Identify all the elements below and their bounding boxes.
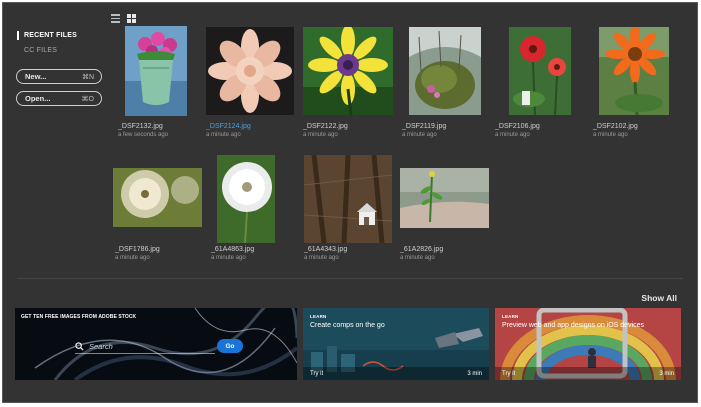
try-it-link[interactable]: Try it: [310, 371, 323, 377]
adobe-stock-card[interactable]: GET TEN FREE IMAGES FROM ADOBE STOCK Sea…: [15, 308, 297, 380]
file-thumbnail[interactable]: [125, 26, 187, 116]
nav-recent-files[interactable]: RECENT FILES: [17, 31, 77, 40]
learn-tag: LEARN: [502, 314, 519, 319]
open-shortcut: ⌘O: [81, 95, 94, 103]
file-thumbnail[interactable]: [113, 168, 202, 227]
file-name[interactable]: _DSF2124.jpg: [206, 123, 251, 130]
file-time: a minute ago: [303, 132, 338, 138]
new-shortcut: ⌘N: [81, 73, 94, 81]
show-all-link[interactable]: Show All: [641, 293, 677, 303]
file-name[interactable]: _DSF2102.jpg: [593, 123, 638, 130]
new-button-label: New...: [25, 72, 47, 81]
file-thumbnail[interactable]: [206, 27, 294, 115]
start-workspace: RECENT FILES CC FILES New... ⌘N Open... …: [2, 2, 698, 403]
new-button[interactable]: New... ⌘N: [16, 69, 102, 84]
file-time: a minute ago: [400, 255, 435, 261]
file-thumbnail[interactable]: [303, 27, 393, 115]
file-name[interactable]: _61A2826.jpg: [400, 246, 443, 253]
learn-card-title: Create comps on the go: [310, 322, 385, 329]
search-placeholder: Search: [89, 342, 113, 351]
grid-view-icon[interactable]: [127, 14, 136, 23]
file-name[interactable]: _DSF1786.jpg: [115, 246, 160, 253]
list-view-icon[interactable]: [111, 14, 120, 23]
file-thumbnail[interactable]: [409, 27, 481, 115]
file-time: a minute ago: [115, 255, 150, 261]
file-name[interactable]: _DSF2106.jpg: [495, 123, 540, 130]
search-icon: [75, 342, 84, 351]
open-button[interactable]: Open... ⌘O: [16, 91, 102, 106]
file-thumbnail[interactable]: [400, 168, 489, 228]
stock-search-input[interactable]: Search: [75, 340, 215, 354]
file-time: a minute ago: [495, 132, 530, 138]
file-time: a few seconds ago: [118, 132, 169, 138]
sidebar: RECENT FILES CC FILES New... ⌘N Open... …: [3, 3, 111, 273]
learn-card-ios[interactable]: LEARN Preview web and app designs on iOS…: [495, 308, 681, 380]
file-thumbnail[interactable]: [509, 27, 571, 115]
duration-label: 3 min: [467, 371, 482, 377]
file-thumbnail[interactable]: [217, 155, 275, 243]
file-name[interactable]: _DSF2122.jpg: [303, 123, 348, 130]
file-name[interactable]: _DSF2132.jpg: [118, 123, 163, 130]
file-time: a minute ago: [402, 132, 437, 138]
file-time: a minute ago: [206, 132, 241, 138]
card-footer: Try it 3 min: [303, 367, 489, 380]
file-time: a minute ago: [211, 255, 246, 261]
file-name[interactable]: _DSF2119.jpg: [402, 123, 446, 130]
duration-label: 3 min: [659, 371, 674, 377]
stock-card-title: GET TEN FREE IMAGES FROM ADOBE STOCK: [21, 314, 137, 320]
file-time: a minute ago: [593, 132, 628, 138]
open-button-label: Open...: [25, 94, 51, 103]
nav-cc-files[interactable]: CC FILES: [24, 47, 57, 54]
file-time: a minute ago: [304, 255, 339, 261]
file-name[interactable]: _61A4863.jpg: [211, 246, 254, 253]
learn-card-title: Preview web and app designs on iOS devic…: [502, 322, 645, 329]
section-divider: [17, 278, 683, 279]
try-it-link[interactable]: Try it: [502, 371, 515, 377]
go-button[interactable]: Go: [217, 339, 243, 353]
learn-tag: LEARN: [310, 314, 327, 319]
file-name[interactable]: _61A4343.jpg: [304, 246, 347, 253]
file-thumbnail[interactable]: [599, 27, 669, 115]
learn-card-comps[interactable]: LEARN Create comps on the go Try it 3 mi…: [303, 308, 489, 380]
file-thumbnail[interactable]: [304, 155, 392, 243]
card-footer: Try it 3 min: [495, 367, 681, 380]
